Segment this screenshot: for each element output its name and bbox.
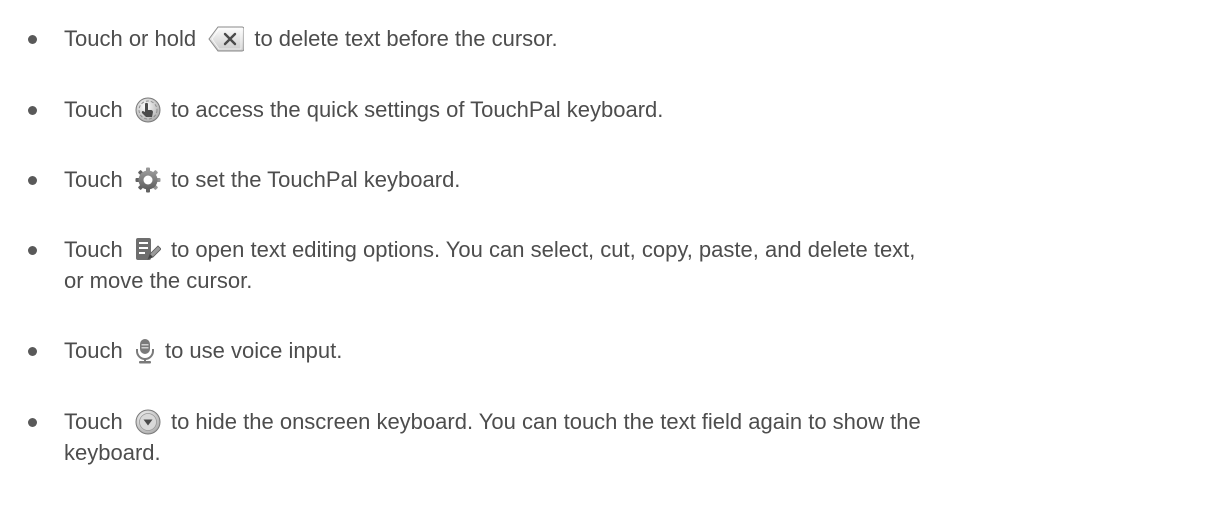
item-text-after: to hide the onscreen keyboard. You can t…: [170, 409, 921, 434]
item-text-after: to access the quick settings of TouchPal…: [170, 97, 664, 122]
item-text-before: Touch: [64, 237, 123, 262]
bullet-dot: [28, 35, 37, 44]
item-text: Touch to use voice input.: [64, 336, 1197, 366]
bullet-dot: [28, 246, 37, 255]
item-text: Touch to set the TouchPal keyboard.: [64, 165, 1197, 195]
item-text: Touch to hide the onscreen keyboard. You…: [64, 407, 1197, 437]
item-text-before: Touch: [64, 167, 123, 192]
microphone-icon: [135, 338, 155, 364]
item-text-continuation: keyboard.: [64, 440, 161, 465]
item-text-before: Touch or hold: [64, 26, 197, 51]
bullet-dot: [28, 418, 37, 427]
instruction-list: Touch or hold to delete text before the …: [0, 0, 1212, 505]
item-text: Touch to access the quick settings of To…: [64, 95, 1197, 125]
item-text-after: to open text editing options. You can se…: [170, 237, 916, 262]
bullet-dot: [28, 176, 37, 185]
item-text-before: Touch: [64, 409, 123, 434]
item-text: Touch or hold to delete text before the …: [64, 24, 1197, 54]
item-text-continuation: or move the cursor.: [64, 268, 253, 293]
gear-icon: [135, 167, 161, 193]
item-text-before: Touch: [64, 97, 123, 122]
item-text-after: to set the TouchPal keyboard.: [170, 167, 461, 192]
backspace-delete-icon: [208, 26, 245, 52]
item-text-before: Touch: [64, 338, 123, 363]
item-text-after: to use voice input.: [164, 338, 343, 363]
bullet-dot: [28, 347, 37, 356]
touchpal-quick-settings-icon: [135, 97, 161, 123]
bullet-dot: [28, 106, 37, 115]
text-edit-icon: [135, 237, 161, 263]
item-text: Touch to open text editing options. You …: [64, 235, 1197, 265]
item-text-after: to delete text before the cursor.: [254, 26, 558, 51]
hide-keyboard-icon: [135, 409, 161, 435]
